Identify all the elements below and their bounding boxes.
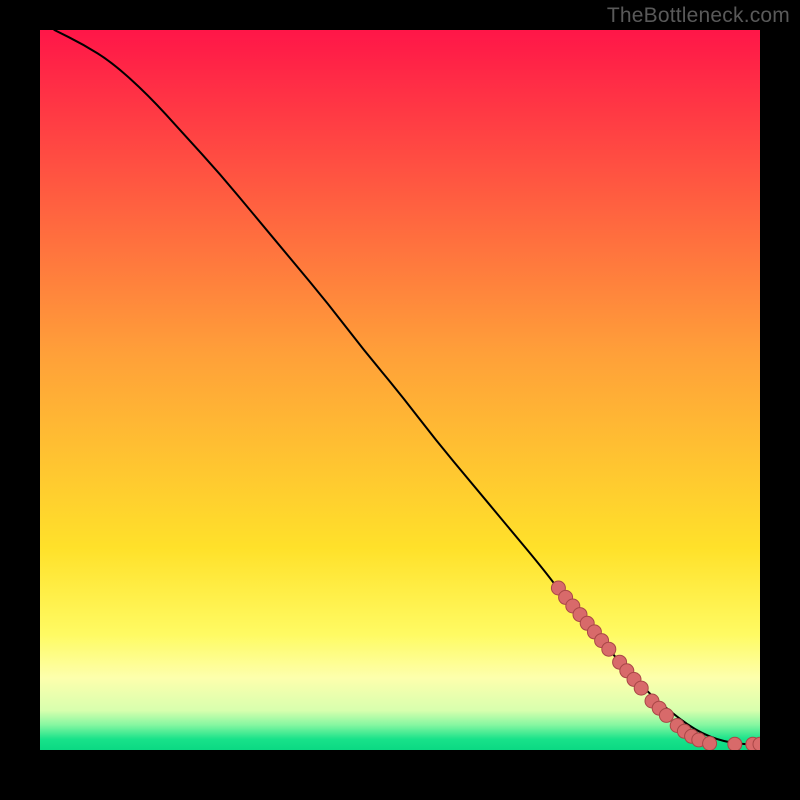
data-point <box>659 708 673 722</box>
data-points-group <box>551 581 760 750</box>
data-point <box>703 737 717 751</box>
data-point <box>728 737 742 750</box>
watermark-text: TheBottleneck.com <box>607 4 790 28</box>
curve-layer <box>40 30 760 750</box>
plot-area <box>40 30 760 750</box>
data-point <box>602 642 616 656</box>
chart-frame: TheBottleneck.com <box>0 0 800 800</box>
data-point <box>634 681 648 695</box>
bottleneck-curve <box>54 30 760 745</box>
